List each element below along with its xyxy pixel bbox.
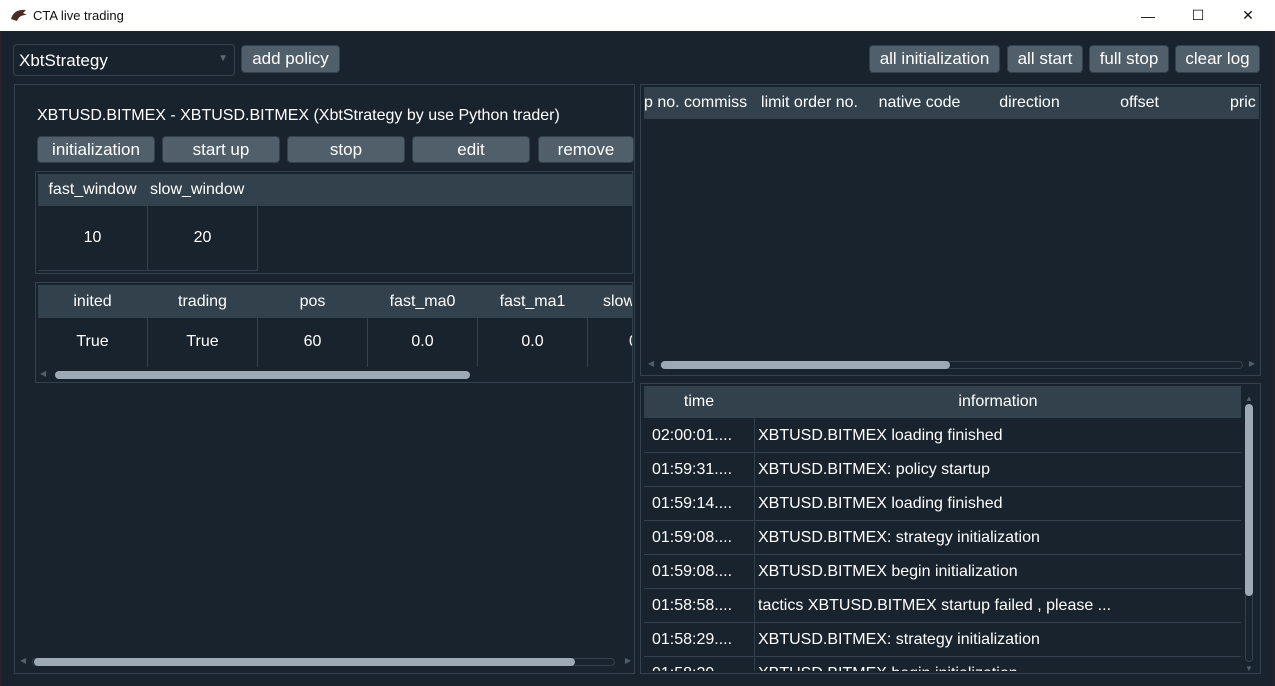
log-row-info: XBTUSD.BITMEX: strategy initialization	[758, 630, 1040, 648]
orders-header-commission-no[interactable]: p no. commiss	[644, 87, 754, 119]
orders-table	[640, 84, 1261, 376]
strategy-title: XBTUSD.BITMEX - XBTUSD.BITMEX (XbtStrate…	[37, 107, 560, 124]
log-header-time[interactable]: time	[644, 386, 754, 418]
orders-divider	[974, 87, 975, 119]
chevron-down-icon: ▼	[218, 53, 228, 64]
clear-log-button[interactable]: clear log	[1175, 45, 1260, 73]
strategy-init-button[interactable]: initialization	[37, 136, 155, 163]
scroll-left-icon[interactable]: ◀	[40, 369, 46, 378]
add-policy-button[interactable]: add policy	[241, 45, 340, 73]
var-value-pos: 60	[303, 332, 322, 350]
param-value-fast-window: 10	[83, 229, 102, 246]
var-value-fast-ma0: 0.0	[411, 332, 434, 350]
app-logo-icon	[11, 9, 27, 21]
log-row-info: XBTUSD.BITMEX: policy startup	[758, 460, 991, 478]
var-header-pos[interactable]: pos	[258, 285, 367, 318]
var-header-fast-ma1[interactable]: fast_ma1	[478, 285, 587, 318]
log-row-info: XBTUSD.BITMEX loading finished	[758, 426, 1003, 444]
scrollbar-thumb[interactable]	[661, 361, 950, 369]
log-row-time: 01:58:29....	[652, 630, 733, 648]
log-row-time: 01:59:08....	[652, 528, 733, 546]
variable-table-hscrollbar[interactable]: ◀	[38, 369, 633, 381]
orders-header-limit-order-no[interactable]: limit order no.	[755, 87, 864, 119]
log-row-info: XBTUSD.BITMEX loading finished	[758, 494, 1003, 512]
title-bar: CTA live trading — ☐ ✕	[0, 0, 1275, 31]
scrollbar-thumb[interactable]	[34, 658, 575, 666]
orders-header-native-code[interactable]: native code	[865, 87, 974, 119]
scroll-right-icon[interactable]: ▶	[1249, 359, 1255, 368]
strategy-remove-button[interactable]: remove	[538, 136, 634, 163]
scrollbar-thumb[interactable]	[55, 371, 470, 379]
log-row-info: XBTUSD.BITMEX begin initialization	[758, 562, 1018, 580]
strategy-select[interactable]: XbtStrategy ▼	[13, 44, 235, 76]
strategy-edit-button[interactable]: edit	[412, 136, 530, 163]
all-initialization-button[interactable]: all initialization	[869, 45, 1000, 73]
strategy-stop-button[interactable]: stop	[287, 136, 405, 163]
var-value-inited: True	[76, 332, 109, 350]
scroll-left-icon[interactable]: ◀	[20, 656, 26, 665]
scroll-right-icon[interactable]: ▶	[625, 656, 631, 665]
var-value-fast-ma1: 0.0	[521, 332, 544, 350]
full-stop-button[interactable]: full stop	[1089, 45, 1169, 73]
orders-divider	[864, 87, 865, 119]
scroll-left-icon[interactable]: ◀	[648, 359, 654, 368]
log-row-info: tactics XBTUSD.BITMEX startup failed , p…	[758, 596, 1112, 614]
close-button[interactable]: ✕	[1225, 0, 1271, 31]
param-value-slow-window: 20	[193, 229, 212, 246]
log-row-info: XBTUSD.BITMEX: strategy initialization	[758, 528, 1040, 546]
orders-hscrollbar[interactable]: ◀ ▶	[644, 359, 1259, 371]
param-divider	[257, 206, 258, 271]
log-row-time: 01:59:31....	[652, 460, 733, 478]
scroll-down-icon[interactable]: ▼	[1245, 664, 1253, 673]
orders-header-offset[interactable]: offset	[1085, 87, 1194, 119]
strategy-start-button[interactable]: start up	[162, 136, 280, 163]
var-header-fast-ma0[interactable]: fast_ma0	[368, 285, 477, 318]
log-vscrollbar[interactable]: ▲ ▼	[1243, 394, 1255, 673]
log-row-time: 02:00:01....	[652, 426, 733, 444]
maximize-button[interactable]: ☐	[1175, 0, 1221, 31]
minimize-button[interactable]: —	[1125, 0, 1171, 31]
window-title: CTA live trading	[33, 8, 124, 23]
window-edge-left	[0, 31, 2, 686]
var-value-trading: True	[186, 332, 219, 350]
scrollbar-thumb[interactable]	[1245, 404, 1253, 596]
log-header-information[interactable]: information	[755, 386, 1241, 418]
orders-divider	[1194, 87, 1195, 119]
log-row-time: 01:58:29....	[644, 657, 754, 672]
strategy-select-value: XbtStrategy	[19, 51, 108, 70]
orders-header-direction[interactable]: direction	[975, 87, 1084, 119]
var-header-inited[interactable]: inited	[38, 285, 147, 318]
strategy-area-hscrollbar[interactable]: ◀ ▶	[18, 656, 633, 668]
param-divider	[38, 270, 258, 271]
log-row-partial: 01:58:29.... XBTUSD.BITMEX begin initial…	[644, 657, 1241, 672]
param-header-slow-window[interactable]: slow_window	[148, 174, 258, 206]
orders-header-price[interactable]: pric	[1195, 87, 1259, 119]
log-row-time: 01:59:14....	[652, 494, 733, 512]
log-row-info: XBTUSD.BITMEX begin initialization	[755, 657, 1241, 672]
param-header-fast-window[interactable]: fast_window	[38, 174, 147, 206]
var-value-slow: 0	[588, 318, 632, 365]
var-header-trading[interactable]: trading	[148, 285, 257, 318]
all-start-button[interactable]: all start	[1007, 45, 1083, 73]
orders-divider	[754, 87, 755, 119]
scroll-up-icon[interactable]: ▲	[1245, 394, 1253, 403]
log-row-time: 01:58:58....	[652, 596, 733, 614]
orders-divider	[1084, 87, 1085, 119]
log-row-time: 01:59:08....	[652, 562, 733, 580]
var-header-slow[interactable]: slow	[588, 285, 632, 318]
